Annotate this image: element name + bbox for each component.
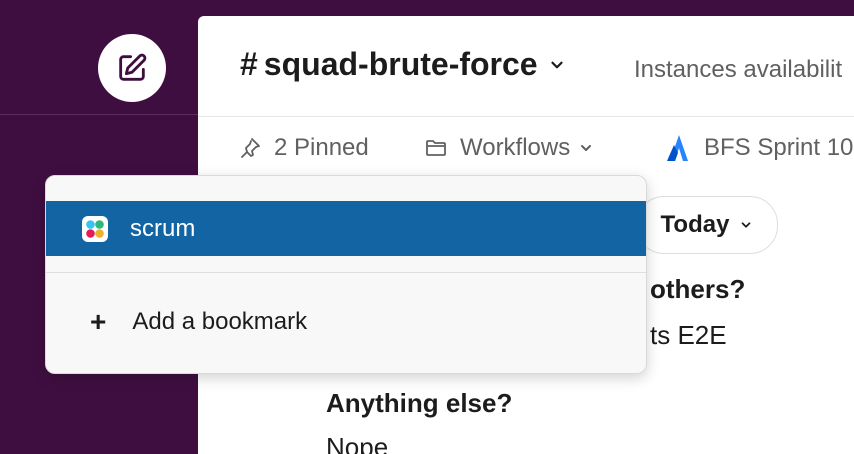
sprint-label: BFS Sprint 10	[704, 134, 854, 161]
pinned-button[interactable]: 2 Pinned	[238, 134, 369, 162]
message-text: Nope	[326, 432, 389, 454]
compose-button[interactable]	[98, 34, 166, 102]
chevron-down-icon	[550, 61, 563, 68]
add-bookmark-button[interactable]: + Add a bookmark	[46, 294, 646, 350]
channel-topic[interactable]: Instances availabilit	[634, 56, 842, 84]
bookmarks-bar: 2 Pinned Workflows BFS Sprint 10	[198, 116, 854, 180]
add-bookmark-label: Add a bookmark	[132, 308, 308, 335]
channel-title: squad-brute-force	[263, 46, 538, 82]
chevron-down-icon	[742, 222, 751, 228]
compose-icon	[119, 53, 147, 81]
pin-icon	[241, 138, 260, 158]
menu-divider	[46, 272, 646, 273]
jira-icon	[667, 135, 688, 161]
message-text: Anything else?	[326, 388, 513, 418]
app-icon	[82, 215, 108, 242]
channel-header: # squad-brute-force Instances availabili…	[198, 16, 854, 117]
channel-name-button[interactable]: # squad-brute-force	[240, 46, 566, 83]
date-label: Today	[660, 211, 730, 238]
menu-item-label: scrum	[130, 214, 196, 242]
sidebar-divider	[0, 114, 198, 115]
plus-icon: +	[90, 306, 107, 337]
sprint-bookmark[interactable]: BFS Sprint 10	[666, 134, 853, 162]
workflows-dropdown-menu: scrum + Add a bookmark	[45, 175, 647, 374]
message-text: others?	[650, 274, 746, 304]
chevron-down-icon	[581, 145, 592, 151]
channel-hash: #	[240, 46, 258, 82]
folder-icon	[426, 140, 446, 156]
menu-item-scrum[interactable]: scrum	[46, 201, 646, 256]
workflows-label: Workflows	[460, 134, 571, 161]
workflows-button[interactable]: Workflows	[424, 134, 594, 162]
date-divider-button[interactable]: Today	[636, 196, 778, 254]
message-text: ts E2E	[650, 320, 727, 350]
pinned-label: 2 Pinned	[274, 134, 369, 161]
